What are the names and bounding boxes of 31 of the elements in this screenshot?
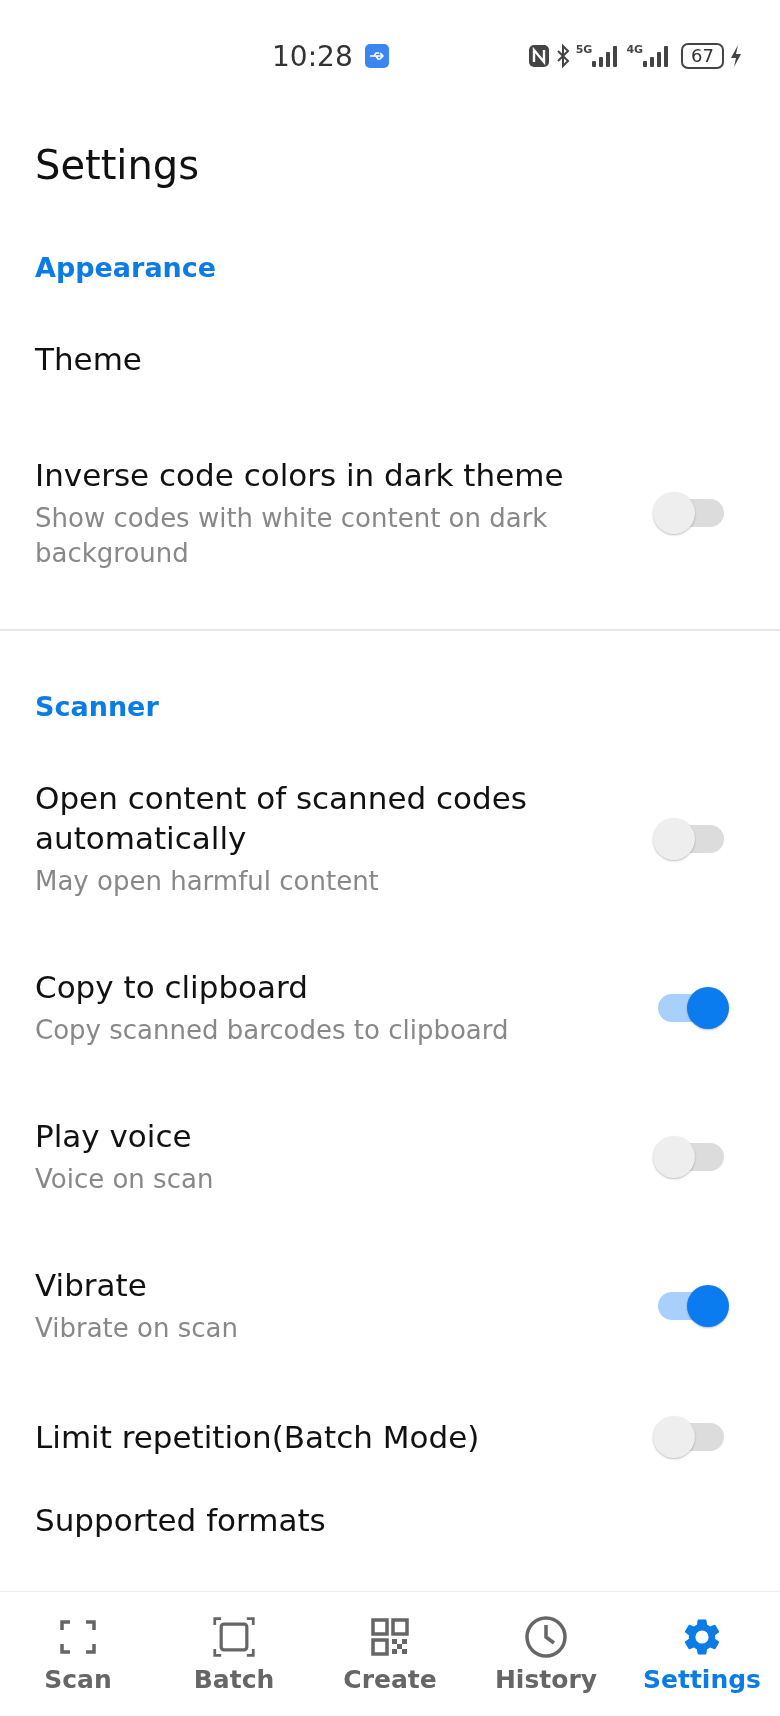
setting-title[interactable]: Limit repetition(Batch Mode) [35,1417,621,1457]
setting-title[interactable]: Theme [35,339,745,379]
setting-title[interactable]: Open content of scanned codes automatically [35,778,621,858]
battery-level: 67 [681,43,724,69]
batch-icon [210,1614,258,1659]
nav-tab[interactable]: History [481,1614,611,1694]
nfc-icon [527,44,550,68]
nav-tab[interactable]: Create [325,1614,455,1694]
setting-title[interactable]: Copy to clipboard [35,967,621,1007]
clock-icon [524,1614,568,1659]
bluetooth-icon [555,44,570,68]
nav-tab[interactable]: Settings [637,1614,767,1694]
setting-title[interactable]: Vibrate [35,1265,621,1305]
setting-description: Show codes with white content on dark background [35,502,549,570]
page-title: Settings [35,142,201,188]
network-label: 4G [626,44,644,55]
setting-title[interactable]: Supported formats [35,1500,745,1540]
setting-description: Voice on scan [35,1163,215,1196]
nav-tab[interactable]: Scan [13,1614,143,1694]
nav-tab[interactable]: Batch [169,1614,299,1694]
network-label: 5G [575,44,593,55]
setting-description: Copy scanned barcodes to clipboard [35,1014,510,1047]
charging-icon [730,44,742,68]
setting-description: May open harmful content [35,865,380,898]
section-header: Scanner [35,691,160,722]
setting-title[interactable]: Inverse code colors in dark theme [35,455,621,495]
usb-icon [364,44,389,68]
setting-description: Vibrate on scan [35,1312,239,1345]
section-header: Appearance [35,252,218,283]
setting-title[interactable]: Play voice [35,1116,621,1156]
status-time: 10:28 [272,39,353,73]
